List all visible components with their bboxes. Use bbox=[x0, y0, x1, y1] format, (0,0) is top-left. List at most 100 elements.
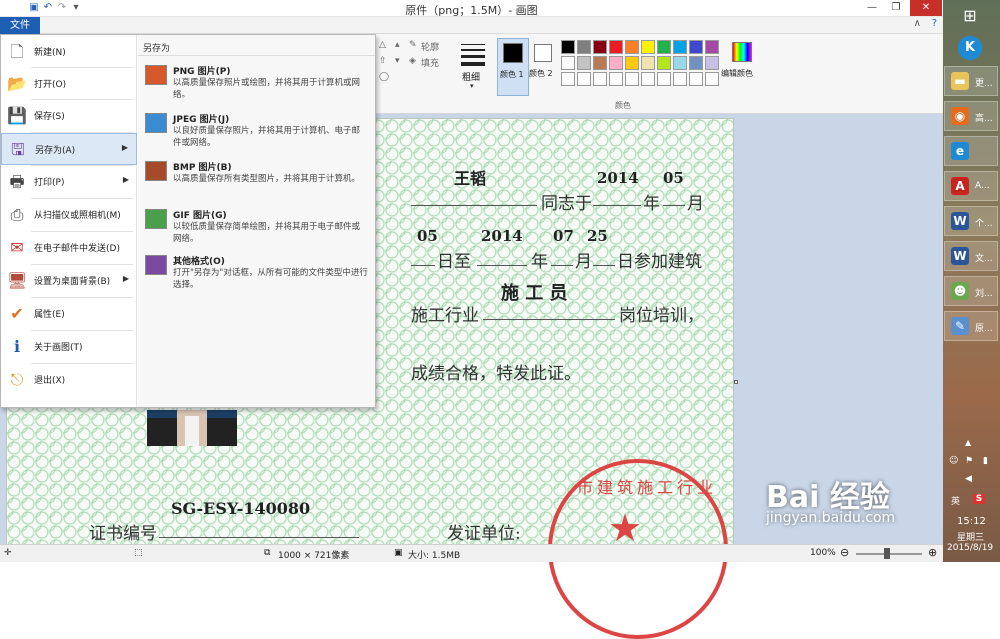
color-swatch[interactable] bbox=[609, 40, 623, 54]
k-app-icon[interactable]: K bbox=[958, 36, 982, 60]
resize-handle[interactable] bbox=[734, 380, 738, 384]
color-swatch[interactable] bbox=[561, 72, 575, 86]
color-swatch[interactable] bbox=[705, 56, 719, 70]
cert-line2-b: 年 bbox=[531, 252, 548, 272]
menu-item-8[interactable]: 🖥 设置为桌面背景(B) ▶ bbox=[1, 265, 137, 297]
color2-button[interactable]: 颜色 2 bbox=[529, 38, 559, 96]
saveas-option-1[interactable]: PNG 图片(P) 以高质量保存照片或绘图，并将其用于计算机或网络。 bbox=[141, 61, 371, 107]
saveas-option-2[interactable]: JPEG 图片(J) 以良好质量保存照片，并将其用于计算机、电子邮件或网络。 bbox=[141, 109, 371, 155]
close-icon[interactable]: ✕ bbox=[910, 0, 942, 16]
taskbar-app-7[interactable]: ☻ 刘... bbox=[944, 276, 998, 306]
triangle-shape-icon[interactable]: △ bbox=[379, 40, 386, 50]
menu-item-7[interactable]: ✉ 在电子邮件中发送(D) bbox=[1, 232, 137, 264]
menu-item-11[interactable]: ⎋ 退出(X) bbox=[1, 364, 137, 396]
menu-item-2[interactable]: 📂 打开(O) bbox=[1, 68, 137, 100]
color-swatch[interactable] bbox=[577, 56, 591, 70]
taskbar-app-5[interactable]: W 个... bbox=[944, 206, 998, 236]
fill-label[interactable]: 填充 bbox=[421, 56, 439, 69]
callout-shape-icon[interactable]: ◯ bbox=[379, 72, 389, 82]
help-icon[interactable]: ? bbox=[932, 18, 937, 29]
taskbar-app-label: 文... bbox=[975, 254, 993, 264]
color-swatch[interactable] bbox=[625, 56, 639, 70]
flag-icon[interactable]: ⚑ bbox=[965, 456, 973, 466]
zoom-level: 100% bbox=[810, 548, 836, 558]
color-swatch[interactable] bbox=[625, 72, 639, 86]
network-icon[interactable]: ▮ bbox=[983, 456, 988, 466]
color-swatch[interactable] bbox=[625, 40, 639, 54]
menu-item-9[interactable]: ✔ 属性(E) bbox=[1, 298, 137, 330]
chevron-down-icon: ▾ bbox=[470, 82, 474, 90]
color1-button[interactable]: 颜色 1 bbox=[497, 38, 529, 96]
clock-time[interactable]: 15:12 bbox=[957, 516, 986, 527]
taskbar-app-2[interactable]: ◉ 高... bbox=[944, 101, 998, 131]
taskbar-app-6[interactable]: W 文... bbox=[944, 241, 998, 271]
sogou-icon[interactable]: S bbox=[973, 494, 985, 504]
menu-item-10[interactable]: ℹ 关于画图(T) bbox=[1, 331, 137, 363]
color-swatch[interactable] bbox=[577, 40, 591, 54]
color-swatch[interactable] bbox=[561, 40, 575, 54]
restore-icon[interactable]: ❐ bbox=[886, 0, 906, 16]
saveas-option-title: PNG 图片(P) bbox=[173, 67, 231, 77]
color-swatch[interactable] bbox=[657, 56, 671, 70]
taskbar-app-4[interactable]: A A... bbox=[944, 171, 998, 201]
file-tab[interactable]: 文件 bbox=[0, 17, 40, 34]
color-swatch[interactable] bbox=[609, 72, 623, 86]
cert-day1: 05 bbox=[417, 227, 438, 245]
color-swatch[interactable] bbox=[689, 72, 703, 86]
menu-item-6[interactable]: ⎙ 从扫描仪或照相机(M) bbox=[1, 199, 137, 231]
saveas-option-4[interactable]: GIF 图片(G) 以较低质量保存简单绘图，并将其用于电子邮件或网络。 bbox=[141, 205, 371, 251]
edit-colors-button[interactable]: 编辑颜色 bbox=[721, 38, 759, 96]
cert-line3-b: 岗位培训， bbox=[619, 306, 704, 326]
user-icon[interactable]: ☺ bbox=[949, 456, 958, 466]
color-swatch[interactable] bbox=[705, 40, 719, 54]
color-swatch[interactable] bbox=[641, 72, 655, 86]
status-bar: ✛ ⬚ ⧉ 1000 × 721像素 ▣ 大小: 1.5MB 100% ⊖ ⊕ bbox=[0, 544, 943, 562]
color-swatch[interactable] bbox=[689, 56, 703, 70]
cert-year2: 2014 bbox=[481, 227, 523, 245]
taskbar-app-8[interactable]: ✎ 原... bbox=[944, 311, 998, 341]
menu-item-1[interactable]: 🗋 新建(N) bbox=[1, 36, 137, 68]
arrow-shape-icon[interactable]: ⇧ bbox=[379, 56, 387, 66]
email-icon: ✉ bbox=[10, 238, 24, 257]
color-swatch[interactable] bbox=[593, 72, 607, 86]
shapes-scroll-icon[interactable]: ▴ bbox=[395, 40, 400, 50]
outline-label[interactable]: 轮廓 bbox=[421, 40, 439, 53]
menu-item-label: 设置为桌面背景(B) bbox=[34, 277, 111, 287]
menu-item-label: 打印(P) bbox=[34, 178, 65, 188]
minimize-icon[interactable]: — bbox=[862, 0, 882, 16]
menu-item-4[interactable]: 🖫 另存为(A) ▶ bbox=[1, 133, 137, 165]
shapes-scroll-down-icon[interactable]: ▾ bbox=[395, 56, 400, 66]
taskbar-app-3[interactable]: e bbox=[944, 136, 998, 166]
size-button[interactable]: 粗细 ▾ bbox=[457, 38, 489, 94]
menu-item-3[interactable]: 💾 保存(S) bbox=[1, 100, 137, 132]
tray-expand-icon[interactable]: ▲ bbox=[965, 438, 971, 447]
saveas-option-3[interactable]: BMP 图片(B) 以高质量保存所有类型图片，并将其用于计算机。 bbox=[141, 157, 371, 203]
color-swatch[interactable] bbox=[641, 40, 655, 54]
color-swatch[interactable] bbox=[673, 40, 687, 54]
color-swatch[interactable] bbox=[657, 40, 671, 54]
volume-icon[interactable]: ◀ bbox=[965, 474, 972, 484]
color-swatch[interactable] bbox=[577, 72, 591, 86]
fill-icon[interactable]: ◈ bbox=[409, 56, 416, 66]
color-swatch[interactable] bbox=[641, 56, 655, 70]
color-swatch[interactable] bbox=[673, 56, 687, 70]
color-swatch[interactable] bbox=[593, 40, 607, 54]
color-swatch[interactable] bbox=[689, 40, 703, 54]
color-swatch[interactable] bbox=[593, 56, 607, 70]
input-language[interactable]: 英 bbox=[951, 494, 960, 507]
color-swatch[interactable] bbox=[609, 56, 623, 70]
menu-item-5[interactable]: 🖶 打印(P) ▶ bbox=[1, 166, 137, 198]
color-swatch[interactable] bbox=[705, 72, 719, 86]
taskbar-app-1[interactable]: ▬ 更... bbox=[944, 66, 998, 96]
color-swatch[interactable] bbox=[561, 56, 575, 70]
zoom-slider-thumb[interactable] bbox=[884, 548, 890, 559]
windows-start-icon[interactable]: ⊞ bbox=[960, 6, 980, 26]
color-swatch[interactable] bbox=[657, 72, 671, 86]
zoom-out-icon[interactable]: ⊖ bbox=[840, 546, 849, 559]
color-swatch[interactable] bbox=[673, 72, 687, 86]
zoom-in-icon[interactable]: ⊕ bbox=[928, 546, 937, 559]
outline-icon[interactable]: ✎ bbox=[409, 40, 417, 50]
saveas-option-5[interactable]: 其他格式(O) 打开"另存为"对话框，从所有可能的文件类型中进行选择。 bbox=[141, 251, 371, 297]
menu-item-label: 打开(O) bbox=[34, 80, 67, 90]
collapse-ribbon-icon[interactable]: ∧ bbox=[914, 18, 921, 29]
